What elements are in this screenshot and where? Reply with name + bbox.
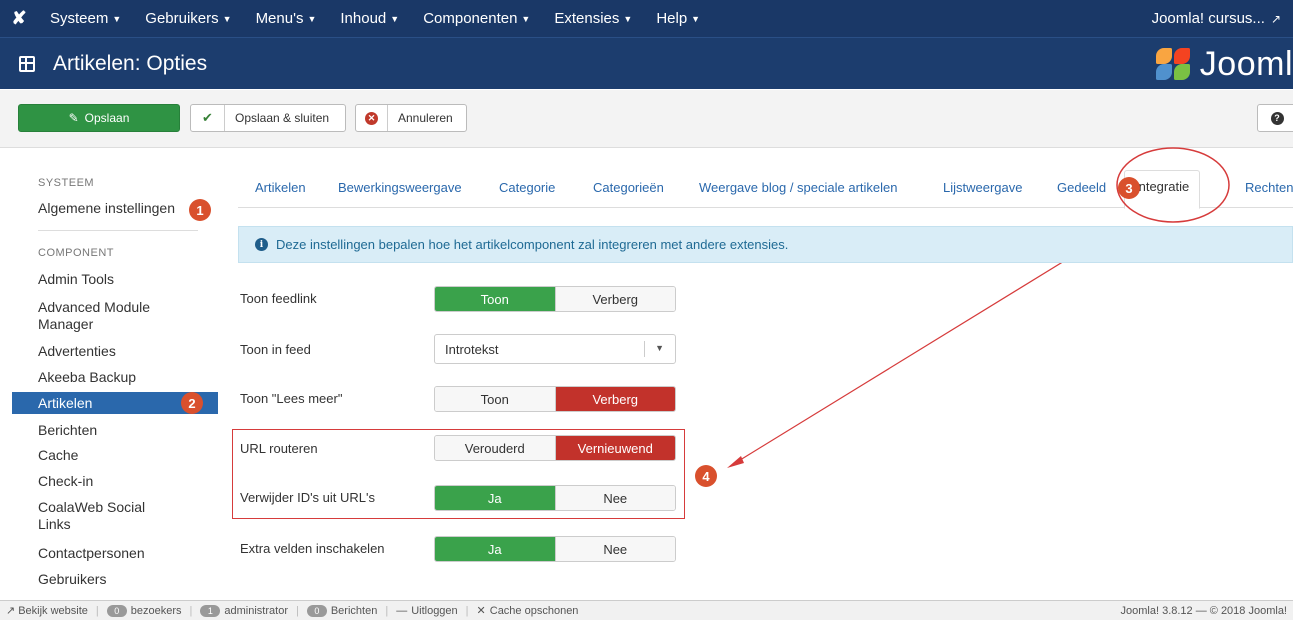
messages-label[interactable]: Berichten: [331, 605, 377, 617]
clear-cache-link[interactable]: Cache opschonen: [490, 605, 579, 617]
option-verberg[interactable]: Verberg: [554, 287, 675, 311]
status-bar: ↗ Bekijk website | 0 bezoekers | 1 admin…: [0, 600, 1293, 620]
annotation-badge-3: 3: [1118, 177, 1140, 199]
admin-label[interactable]: administrator: [224, 605, 288, 617]
option-nee[interactable]: Nee: [554, 537, 675, 561]
external-link-icon: ↗: [6, 605, 16, 617]
label-url-routeren: URL routeren: [240, 441, 318, 456]
option-toon[interactable]: Toon: [435, 387, 555, 411]
select-toon-in-feed[interactable]: Introtekst ▼: [434, 334, 676, 364]
label-toon-feedlink: Toon feedlink: [240, 291, 317, 306]
option-verouderd[interactable]: Verouderd: [435, 436, 555, 460]
alert-text: Deze instellingen bepalen hoe het artike…: [276, 237, 789, 252]
option-ja[interactable]: Ja: [435, 537, 555, 561]
option-ja[interactable]: Ja: [435, 486, 555, 510]
option-toon[interactable]: Toon: [435, 287, 555, 311]
label-verwijder-ids: Verwijder ID's uit URL's: [240, 490, 376, 505]
view-site-link[interactable]: Bekijk website: [18, 605, 88, 617]
toggle-url-routeren: Verouderd Vernieuwend: [434, 435, 676, 461]
option-vernieuwend[interactable]: Vernieuwend: [554, 436, 675, 460]
option-nee[interactable]: Nee: [554, 486, 675, 510]
info-icon: i: [255, 238, 268, 251]
option-verberg[interactable]: Verberg: [554, 387, 675, 411]
version-text: Joomla! 3.8.12 — © 2018 Joomla!: [1120, 604, 1287, 617]
info-alert: i Deze instellingen bepalen hoe het arti…: [238, 226, 1293, 263]
toggle-toon-feedlink: Toon Verberg: [434, 286, 676, 312]
annotation-arrowhead: [727, 456, 744, 468]
broom-icon: ✕: [476, 605, 486, 617]
visitors-count-badge: 0: [106, 604, 127, 617]
label-toon-lees-meer: Toon "Lees meer": [240, 391, 343, 406]
label-extra-velden: Extra velden inschakelen: [240, 541, 385, 556]
toggle-extra-velden: Ja Nee: [434, 536, 676, 562]
logout-link[interactable]: Uitloggen: [411, 605, 457, 617]
toggle-verwijder-ids: Ja Nee: [434, 485, 676, 511]
logout-icon: —: [396, 604, 408, 617]
toggle-toon-lees-meer: Toon Verberg: [434, 386, 676, 412]
visitors-label[interactable]: bezoekers: [131, 605, 182, 617]
annotation-arrow: [731, 227, 1119, 466]
messages-count-badge: 0: [306, 604, 327, 617]
chevron-down-icon: ▼: [655, 343, 664, 353]
label-toon-in-feed: Toon in feed: [240, 342, 311, 357]
admin-count-badge: 1: [200, 604, 221, 617]
